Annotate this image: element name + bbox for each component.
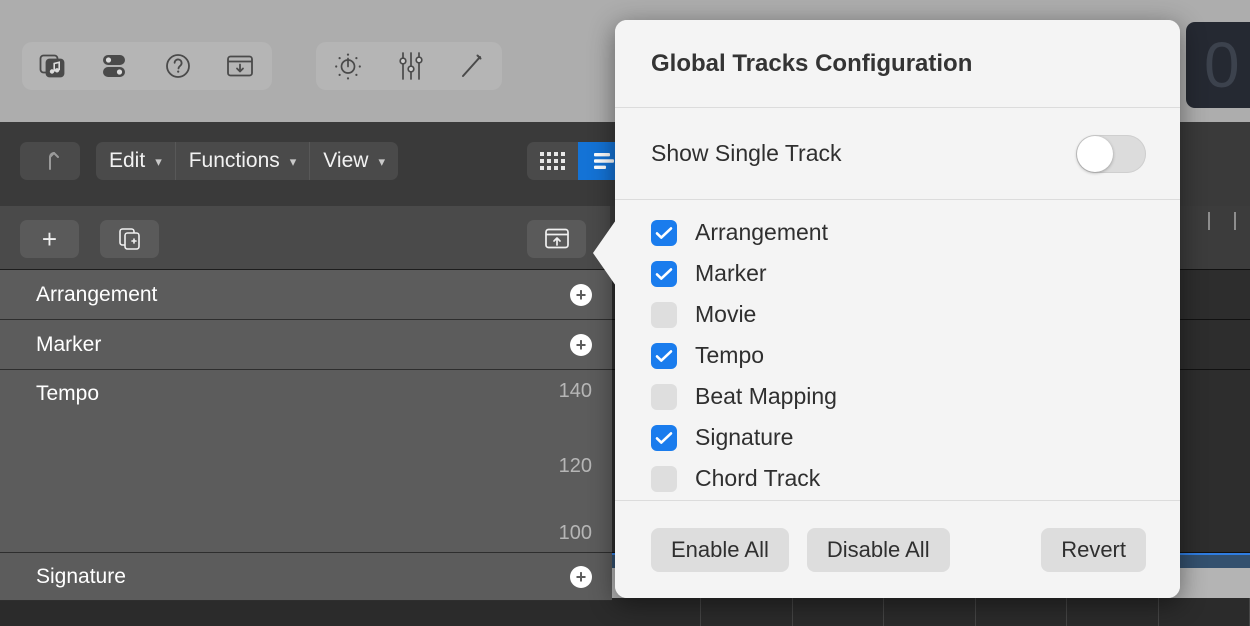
checkbox-row-beat-mapping[interactable]: Beat Mapping	[651, 376, 1180, 417]
track-row-marker[interactable]: Marker +	[0, 320, 612, 370]
track-row-arrangement[interactable]: Arrangement +	[0, 270, 612, 320]
checkbox-row-signature[interactable]: Signature	[651, 417, 1180, 458]
chevron-down-icon: ▾	[378, 153, 385, 169]
toolbar-icon-group-right	[316, 42, 502, 90]
back-arrow-icon[interactable]	[20, 142, 80, 180]
checkbox-label-tempo: Tempo	[695, 342, 765, 368]
checkbox-label-signature: Signature	[695, 424, 794, 450]
tempo-tick-100: 100	[558, 522, 592, 544]
track-name-tempo: Tempo	[36, 382, 100, 405]
menu-item-edit-label: Edit	[109, 149, 146, 172]
library-icon[interactable]	[22, 42, 84, 90]
checkbox-row-chord-track[interactable]: Chord Track	[651, 458, 1180, 499]
toggle-knob	[1077, 135, 1113, 172]
grid-view-button[interactable]	[527, 142, 578, 180]
checkbox-row-movie[interactable]: Movie	[651, 294, 1180, 335]
download-window-icon[interactable]	[209, 42, 273, 90]
menu-item-view[interactable]: View ▾	[310, 142, 398, 180]
global-tracks-checkbox-list: Arrangement Marker Movie Tempo Beat Mapp…	[615, 200, 1180, 513]
enable-all-button[interactable]: Enable All	[651, 527, 789, 572]
list-icon	[593, 153, 614, 169]
checkbox-label-marker: Marker	[695, 260, 767, 286]
view-mode-segment	[527, 142, 629, 180]
show-single-track-row[interactable]: Show Single Track	[615, 108, 1180, 200]
checkbox-arrangement[interactable]	[651, 219, 677, 246]
check-icon	[655, 431, 673, 444]
checkbox-label-arrangement: Arrangement	[695, 219, 828, 245]
add-signature-icon[interactable]: +	[570, 565, 592, 588]
checkbox-chord-track[interactable]	[651, 465, 677, 492]
track-name-signature: Signature	[36, 564, 126, 588]
checkbox-row-tempo[interactable]: Tempo	[651, 335, 1180, 376]
check-icon	[655, 226, 673, 239]
menu-item-view-label: View	[323, 149, 369, 172]
tempo-tick-120: 120	[558, 455, 592, 477]
check-icon	[655, 267, 673, 280]
checkbox-label-beat-mapping: Beat Mapping	[695, 383, 837, 409]
toolbar-icon-group-left	[22, 42, 272, 90]
checkbox-marker[interactable]	[651, 260, 677, 287]
sliders-icon[interactable]	[381, 42, 442, 90]
menu-item-functions-label: Functions	[188, 149, 280, 172]
checkbox-label-chord-track: Chord Track	[695, 465, 821, 491]
add-arrangement-marker-icon[interactable]: +	[570, 283, 592, 306]
checkbox-tempo[interactable]	[651, 342, 677, 369]
duplicate-track-icon[interactable]	[100, 220, 159, 258]
check-icon	[655, 349, 673, 362]
brightness-icon[interactable]	[316, 42, 381, 90]
chevron-down-icon: ▾	[289, 153, 297, 169]
track-row-signature[interactable]: Signature +	[0, 553, 612, 601]
bottom-grid	[610, 598, 1250, 626]
checkbox-movie[interactable]	[651, 301, 677, 328]
popover-footer: Enable All Disable All Revert	[615, 500, 1180, 598]
lcd-display[interactable]: 0	[1186, 22, 1250, 108]
menu-item-functions[interactable]: Functions ▾	[176, 142, 311, 180]
ruler-ticks	[1208, 212, 1236, 230]
track-name-marker: Marker	[36, 332, 102, 356]
checkbox-signature[interactable]	[651, 424, 677, 451]
show-single-track-label: Show Single Track	[651, 140, 842, 166]
disable-all-button[interactable]: Disable All	[806, 527, 950, 572]
menu-segment: Edit ▾ Functions ▾ View ▾	[96, 142, 398, 180]
tempo-tick-140: 140	[558, 380, 592, 402]
app-window: 0 Edit ▾ Functions ▾ View ▾ + Arrangemen…	[0, 0, 1250, 626]
menu-item-edit[interactable]: Edit ▾	[96, 142, 176, 180]
show-single-track-toggle[interactable]	[1076, 134, 1146, 173]
add-marker-icon[interactable]: +	[570, 333, 592, 356]
checkbox-label-movie: Movie	[695, 301, 757, 327]
add-track-button[interactable]: +	[20, 220, 79, 258]
grid-icon	[540, 152, 565, 170]
checkbox-row-marker[interactable]: Marker	[651, 253, 1180, 294]
checkbox-beat-mapping[interactable]	[651, 383, 677, 410]
global-tracks-configuration-popover: Global Tracks Configuration Show Single …	[593, 20, 1180, 598]
track-row-tempo[interactable]: Tempo 140 120 100	[0, 370, 612, 553]
track-name-arrangement: Arrangement	[36, 282, 158, 306]
revert-button[interactable]: Revert	[1041, 527, 1146, 572]
popover-arrow	[593, 220, 616, 286]
toggles-icon[interactable]	[84, 42, 148, 90]
pencil-icon[interactable]	[441, 42, 502, 90]
help-icon[interactable]	[147, 42, 209, 90]
export-window-icon[interactable]	[527, 220, 586, 258]
checkbox-row-arrangement[interactable]: Arrangement	[651, 212, 1180, 253]
popover-title: Global Tracks Configuration	[615, 20, 1180, 108]
chevron-down-icon: ▾	[155, 153, 162, 169]
